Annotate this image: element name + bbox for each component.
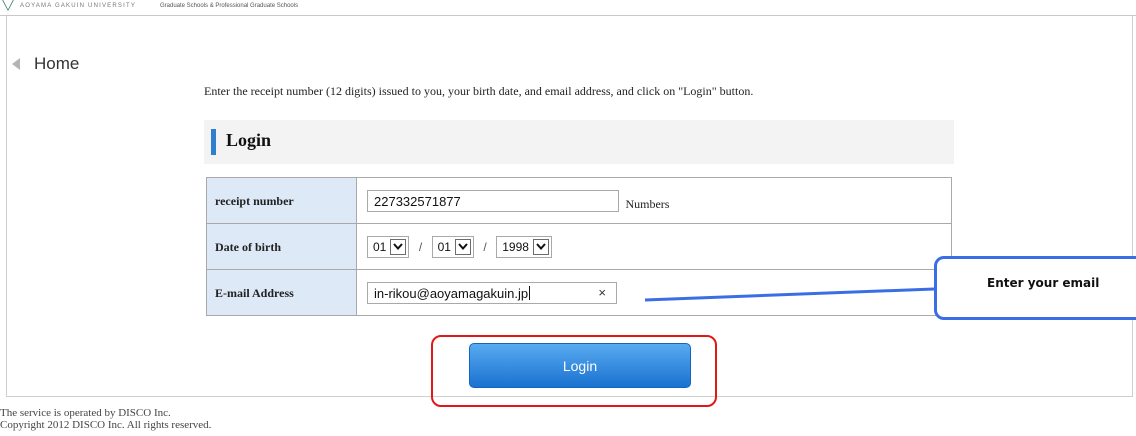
birth-date-label: Date of birth	[206, 223, 357, 270]
birth-month-select[interactable]: 01	[367, 235, 410, 258]
home-link[interactable]: Home	[12, 54, 79, 74]
text-cursor	[529, 285, 531, 300]
clear-icon[interactable]: ×	[598, 285, 606, 300]
footer: The service is operated by DISCO Inc. Co…	[0, 407, 211, 431]
chevron-down-icon	[390, 238, 407, 255]
receipt-number-input[interactable]: 227332571877	[367, 189, 619, 212]
university-logo-icon: ╲╱	[2, 0, 15, 11]
email-input[interactable]: in-rikou@aoyamagakuin.jp ×	[367, 281, 617, 304]
section-accent-bar	[211, 129, 216, 155]
receipt-number-label: receipt number	[206, 177, 357, 224]
frame-border-right	[1132, 16, 1133, 396]
callout-pointer-line	[644, 287, 935, 302]
instruction-text: Enter the receipt number (12 digits) iss…	[204, 84, 754, 98]
email-label: E-mail Address	[206, 269, 357, 316]
site-header: ╲╱ AOYAMA GAKUIN UNIVERSITY Graduate Sch…	[0, 0, 1136, 16]
school-name: Graduate Schools & Professional Graduate…	[160, 3, 299, 9]
form-row-birth: Date of birth 01 / 01 / 1998	[206, 223, 952, 270]
birth-month-value: 01	[373, 239, 387, 254]
footer-operator: The service is operated by DISCO Inc.	[0, 407, 171, 419]
email-callout: Enter your email	[934, 256, 1136, 320]
login-button[interactable]: Login	[469, 343, 691, 388]
date-separator: /	[483, 239, 487, 254]
form-row-receipt: receipt number 227332571877 Numbers	[206, 177, 952, 224]
receipt-units-label: Numbers	[625, 196, 670, 211]
birth-year-select[interactable]: 1998	[496, 235, 552, 258]
birth-day-value: 01	[437, 239, 451, 254]
birth-year-value: 1998	[502, 239, 529, 254]
frame-border-left	[6, 16, 7, 396]
footer-copyright: Copyright 2012 DISCO Inc. All rights res…	[0, 419, 212, 431]
chevron-down-icon	[454, 238, 471, 255]
university-name: AOYAMA GAKUIN UNIVERSITY	[20, 3, 137, 9]
home-link-label: Home	[34, 54, 80, 73]
callout-text: Enter your email	[987, 276, 1100, 290]
email-value: in-rikou@aoyamagakuin.jp	[374, 285, 529, 301]
chevron-down-icon	[532, 238, 549, 255]
receipt-number-value: 227332571877	[374, 193, 461, 209]
date-separator: /	[418, 239, 423, 254]
login-section-header: Login	[204, 120, 954, 164]
login-section-title: Login	[226, 130, 272, 150]
birth-day-select[interactable]: 01	[431, 235, 474, 258]
back-arrow-icon	[12, 58, 20, 70]
